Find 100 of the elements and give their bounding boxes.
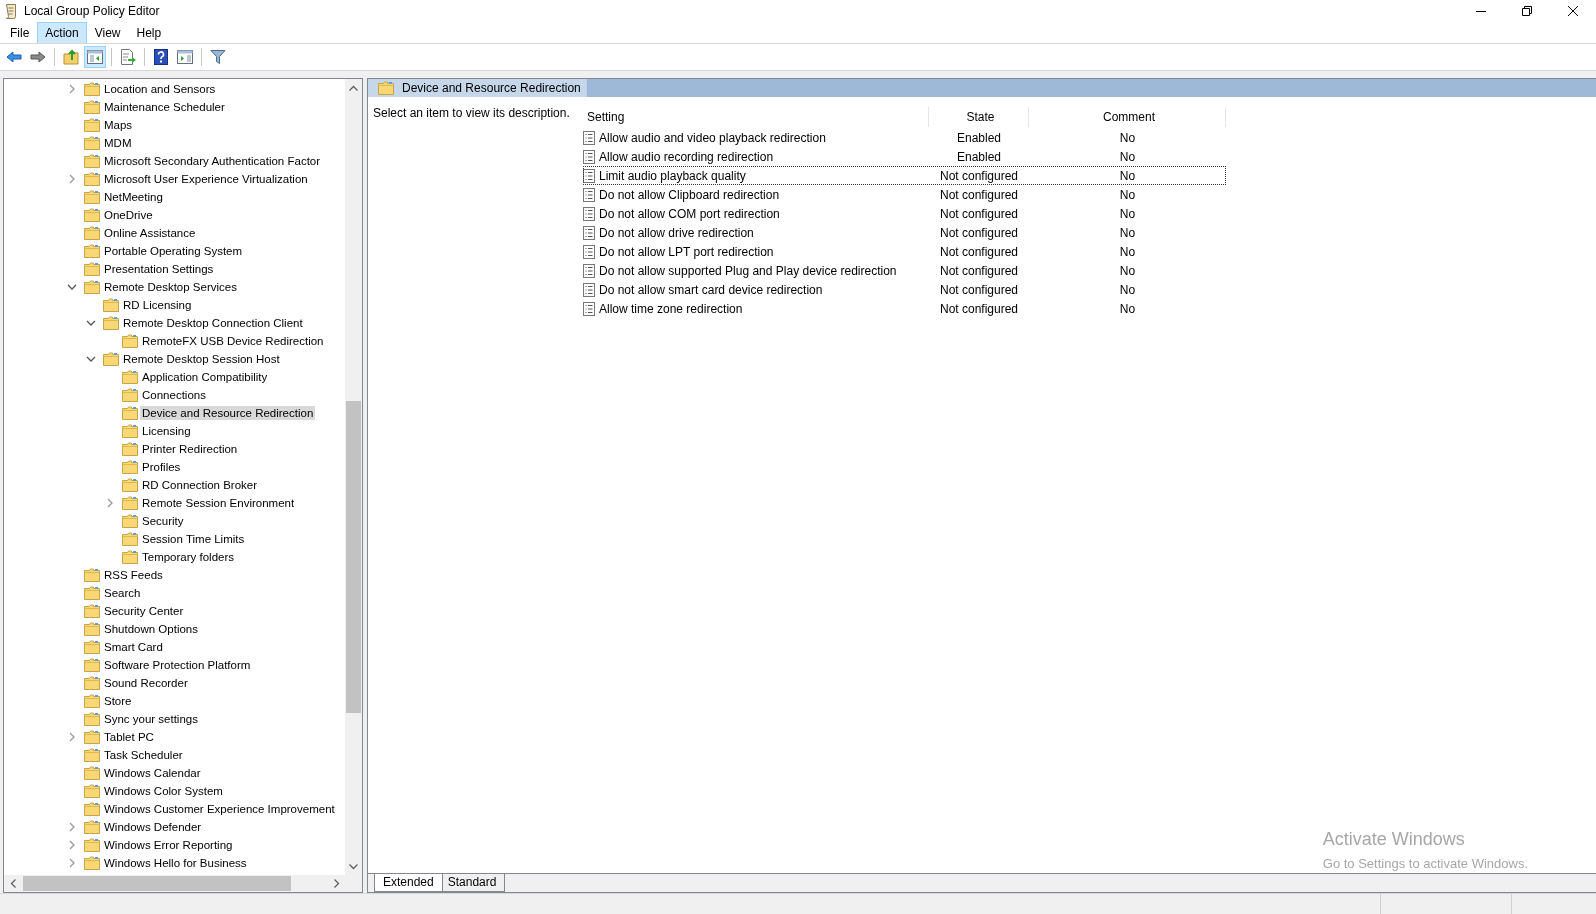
folder-icon [122,388,138,402]
tree-item[interactable]: OneDrive [102,208,155,222]
tree-item[interactable]: Location and Sensors [102,82,218,96]
folder-icon [84,622,100,636]
vertical-scrollbar[interactable] [345,79,362,875]
folder-icon [84,154,100,168]
state-cell-text: Not configured [938,244,1019,259]
folder-icon [84,748,100,762]
tree-item[interactable]: RemoteFX USB Device Redirection [140,334,326,348]
setting-row[interactable]: Do not allow LPT port redirection Not configured No [583,242,1226,261]
state-cell-text: Not configured [938,263,1019,278]
view-tab[interactable]: Extended [374,874,443,892]
tree-item[interactable]: MDM [102,136,134,150]
tree-item[interactable]: RD Connection Broker [140,478,260,492]
tree-item[interactable]: Windows Customer Experience Improvement [102,802,337,816]
setting-row[interactable]: Limit audio playback quality Not configured No [583,166,1226,185]
folder-icon [122,550,138,564]
setting-row[interactable]: Do not allow supported Plug and Play device redirection Not configured No [583,261,1226,280]
tree-item[interactable]: Microsoft Secondary Authentication Factor [102,154,323,168]
policy-icon [583,206,595,221]
scroll-left-icon[interactable] [9,879,16,888]
setting-row[interactable]: Do not allow smart card device redirection Not configured No [583,280,1226,299]
setting-row[interactable]: Do not allow COM port redirection Not configured No [583,204,1226,223]
tree-item[interactable]: Presentation Settings [102,262,216,276]
setting-name: Do not allow drive redirection [599,225,754,240]
activation-title: Activate Windows [1322,829,1466,850]
tree-item[interactable]: Task Scheduler [102,748,185,762]
tree-item[interactable]: Sound Recorder [102,676,190,690]
policy-icon [583,225,595,240]
setting-row[interactable]: Do not allow Clipboard redirection Not configured No [583,185,1226,204]
tree-item[interactable]: Remote Desktop Connection Client [121,316,305,330]
folder-icon [84,568,100,582]
tree-item[interactable]: RSS Feeds [102,568,165,582]
tree-item[interactable]: Printer Redirection [140,442,240,456]
menu-item[interactable]: View [86,21,129,44]
tree-item[interactable]: Maps [102,118,135,132]
setting-row[interactable]: Allow time zone redirection Not configured No [583,299,1226,318]
setting-row[interactable]: Allow audio and video playback redirection Enabled No [583,128,1226,147]
menu-item[interactable]: Help [128,21,170,44]
tree-item[interactable]: Microsoft User Experience Virtualization [102,172,310,186]
tree-item[interactable]: Remote Desktop Services [102,280,239,294]
tree-item[interactable]: Remote Session Environment [140,496,297,510]
folder-icon [122,334,138,348]
activation-message: Go to Settings to activate Windows. [1322,856,1528,871]
tree-item[interactable]: Licensing [140,424,193,438]
tree-item[interactable]: Connections [140,388,208,402]
comment-cell-text: No [1118,301,1137,316]
state-cell-text: Not configured [938,282,1019,297]
tree-item[interactable]: Temporary folders [140,550,237,564]
tree-item[interactable]: Profiles [140,460,183,474]
column-header[interactable]: Setting [583,107,929,127]
tree-item[interactable]: Windows Hello for Business [102,856,249,870]
menu-item[interactable]: File [2,21,38,44]
tree-item[interactable]: Shutdown Options [102,622,200,636]
tree-item[interactable]: Software Protection Platform [102,658,253,672]
tree-item[interactable]: NetMeeting [102,190,165,204]
tree-item[interactable]: RD Licensing [121,298,194,312]
state-cell-text: Not configured [938,168,1019,183]
menu-item[interactable]: Action [37,21,87,44]
tree-item[interactable]: Windows Defender [102,820,204,834]
scroll-down-icon[interactable] [349,863,358,870]
horizontal-scrollbar[interactable] [4,875,345,892]
setting-row[interactable]: Do not allow drive redirection Not configured No [583,223,1226,242]
scrollbar-thumb[interactable] [23,876,291,891]
policy-icon [583,301,595,316]
tree-item[interactable]: Device and Resource Redirection [140,406,316,420]
tree-item[interactable]: Session Time Limits [140,532,247,546]
tree-item[interactable]: Remote Desktop Session Host [121,352,282,366]
toolbar-button[interactable] [84,46,106,68]
scroll-icon [4,3,18,19]
tree-item[interactable]: Store [102,694,134,708]
column-header[interactable]: State [929,107,1029,127]
state-cell-text: Not configured [938,187,1019,202]
tree-item[interactable]: Windows Color System [102,784,225,798]
folder-icon [103,316,119,330]
tree-item[interactable]: Smart Card [102,640,165,654]
tree-item[interactable]: Maintenance Scheduler [102,100,227,114]
tree-item[interactable]: Windows Calendar [102,766,203,780]
tree-item[interactable]: Sync your settings [102,712,200,726]
scroll-up-icon[interactable] [349,84,358,91]
tree-item[interactable]: Security Center [102,604,186,618]
tree-item[interactable]: Security [140,514,186,528]
folder-icon [122,478,138,492]
folder-icon [84,766,100,780]
column-header[interactable]: Comment [1029,107,1226,127]
tree-item[interactable]: Tablet PC [102,730,156,744]
state-cell-text: Not configured [938,225,1019,240]
tree-item[interactable]: Portable Operating System [102,244,245,258]
tree-item[interactable]: Application Compatibility [140,370,270,384]
tree-item[interactable]: Search [102,586,143,600]
tree-item[interactable]: Windows Error Reporting [102,838,235,852]
folder-icon [84,262,100,276]
setting-name: Allow time zone redirection [599,301,743,316]
setting-row[interactable]: Allow audio recording redirection Enabled No [583,147,1226,166]
state-cell-text: Not configured [938,301,1019,316]
folder-icon [84,838,100,852]
folder-icon [122,532,138,546]
tree-item[interactable]: Online Assistance [102,226,198,240]
scroll-right-icon[interactable] [333,879,340,888]
scrollbar-thumb[interactable] [346,401,361,713]
